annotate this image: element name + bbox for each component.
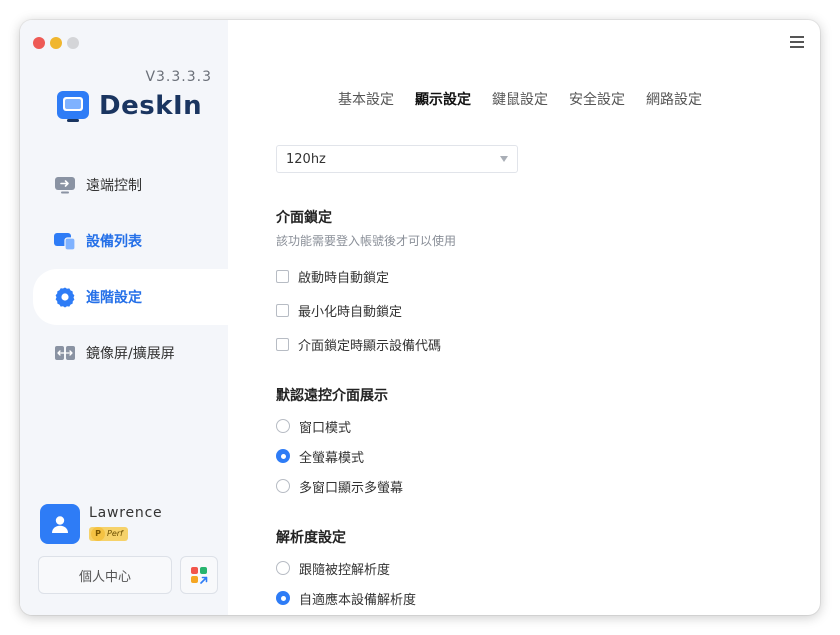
- window-mode-option[interactable]: 窗口模式: [276, 411, 796, 441]
- sidebar-item-label: 鏡像屏/擴展屏: [86, 346, 175, 362]
- option-label: 窗口模式: [299, 420, 352, 436]
- deskin-logo-icon: [57, 91, 89, 122]
- display-settings-content: 120hz 介面鎖定 該功能需要登入帳號後才可以使用 啟動時自動鎖定 最小化時自…: [276, 145, 796, 613]
- devices-icon: [53, 229, 77, 253]
- option-label: 最小化時自動鎖定: [298, 304, 403, 320]
- sidebar-item-remote-control[interactable]: 遠端控制: [20, 157, 228, 213]
- adaptive-resolution-option[interactable]: 自適應本設備解析度: [276, 583, 796, 613]
- plan-badge-text: Perf: [107, 529, 123, 538]
- tab-keyboard-mouse-settings[interactable]: 鍵鼠設定: [492, 89, 548, 109]
- plan-badge-letter: P: [91, 526, 105, 541]
- show-device-code-option[interactable]: 介面鎖定時顯示設備代碼: [276, 327, 796, 361]
- resolution-section: 解析度設定 跟隨被控解析度 自適應本設備解析度: [276, 527, 796, 613]
- adaptive-resolution-radio[interactable]: [276, 591, 290, 605]
- lock-on-startup-option[interactable]: 啟動時自動鎖定: [276, 259, 796, 293]
- avatar[interactable]: [40, 504, 80, 544]
- sidebar-item-label: 遠端控制: [86, 178, 142, 194]
- tab-basic-settings[interactable]: 基本設定: [338, 89, 394, 109]
- tab-display-settings[interactable]: 顯示設定: [415, 89, 471, 109]
- option-label: 跟隨被控解析度: [299, 562, 391, 578]
- refresh-rate-select[interactable]: 120hz: [276, 145, 518, 173]
- window-mode-radio[interactable]: [276, 419, 290, 433]
- user-name: Lawrence: [89, 505, 163, 521]
- option-label: 自適應本設備解析度: [299, 592, 417, 608]
- show-device-code-checkbox[interactable]: [276, 337, 289, 351]
- zoom-window-button[interactable]: [67, 37, 79, 49]
- option-label: 介面鎖定時顯示設備代碼: [298, 338, 442, 354]
- multi-window-radio[interactable]: [276, 479, 290, 493]
- profile-center-button[interactable]: 個人中心: [38, 556, 172, 594]
- interface-lock-section: 介面鎖定 該功能需要登入帳號後才可以使用 啟動時自動鎖定 最小化時自動鎖定 介面…: [276, 207, 796, 361]
- follow-remote-resolution-option[interactable]: 跟隨被控解析度: [276, 553, 796, 583]
- fullscreen-mode-option[interactable]: 全螢幕模式: [276, 441, 796, 471]
- user-plan-badge: P Perf: [89, 526, 128, 541]
- sidebar-item-mirror-extend[interactable]: 鏡像屏/擴展屏: [20, 325, 228, 381]
- section-title: 介面鎖定: [276, 210, 332, 226]
- main-panel: 基本設定 顯示設定 鍵鼠設定 安全設定 網路設定 120hz 介面鎖定 該功能需…: [228, 20, 820, 615]
- option-label: 多窗口顯示多螢幕: [299, 480, 404, 496]
- lock-on-minimize-option[interactable]: 最小化時自動鎖定: [276, 293, 796, 327]
- sidebar-item-advanced-settings[interactable]: 進階設定: [33, 269, 228, 325]
- sidebar-item-device-list[interactable]: 設備列表: [20, 213, 228, 269]
- app-window: V3.3.3.3 DeskIn 遠端控制 設備列表 進階設定 鏡像屏/擴展屏 L…: [20, 20, 820, 615]
- tab-security-settings[interactable]: 安全設定: [569, 89, 625, 109]
- user-info: Lawrence P Perf: [40, 504, 162, 544]
- apps-grid-icon: [191, 567, 208, 584]
- lock-on-startup-checkbox[interactable]: [276, 269, 289, 283]
- close-window-button[interactable]: [33, 37, 45, 49]
- window-controls: [33, 37, 79, 49]
- remote-screen-icon: [53, 173, 77, 197]
- lock-on-minimize-checkbox[interactable]: [276, 303, 289, 317]
- settings-tabs: 基本設定 顯示設定 鍵鼠設定 安全設定 網路設定: [338, 89, 702, 109]
- sidebar-nav: 遠端控制 設備列表 進階設定 鏡像屏/擴展屏: [20, 157, 228, 381]
- app-version: V3.3.3.3: [145, 69, 212, 85]
- tab-network-settings[interactable]: 網路設定: [646, 89, 702, 109]
- section-title: 解析度設定: [276, 530, 346, 546]
- apps-button[interactable]: [180, 556, 218, 594]
- brand-name: DeskIn: [99, 91, 203, 121]
- gear-icon: [53, 285, 77, 309]
- mirror-extend-icon: [53, 341, 77, 365]
- section-title: 默認遠控介面展示: [276, 388, 388, 404]
- minimize-window-button[interactable]: [50, 37, 62, 49]
- sidebar-item-label: 設備列表: [86, 234, 142, 250]
- follow-remote-resolution-radio[interactable]: [276, 561, 290, 575]
- option-label: 啟動時自動鎖定: [298, 270, 390, 286]
- multi-window-option[interactable]: 多窗口顯示多螢幕: [276, 471, 796, 501]
- hamburger-menu-icon[interactable]: [790, 36, 804, 48]
- chevron-down-icon: [500, 156, 508, 162]
- refresh-rate-value: 120hz: [286, 151, 326, 167]
- user-icon: [52, 516, 68, 533]
- option-label: 全螢幕模式: [299, 450, 365, 466]
- sidebar-item-label: 進階設定: [86, 290, 142, 306]
- sidebar: V3.3.3.3 DeskIn 遠端控制 設備列表 進階設定 鏡像屏/擴展屏 L…: [20, 20, 228, 615]
- section-description: 該功能需要登入帳號後才可以使用: [276, 234, 457, 248]
- default-view-section: 默認遠控介面展示 窗口模式 全螢幕模式 多窗口顯示多螢幕: [276, 385, 796, 501]
- brand-logo: DeskIn: [55, 88, 202, 124]
- fullscreen-mode-radio[interactable]: [276, 449, 290, 463]
